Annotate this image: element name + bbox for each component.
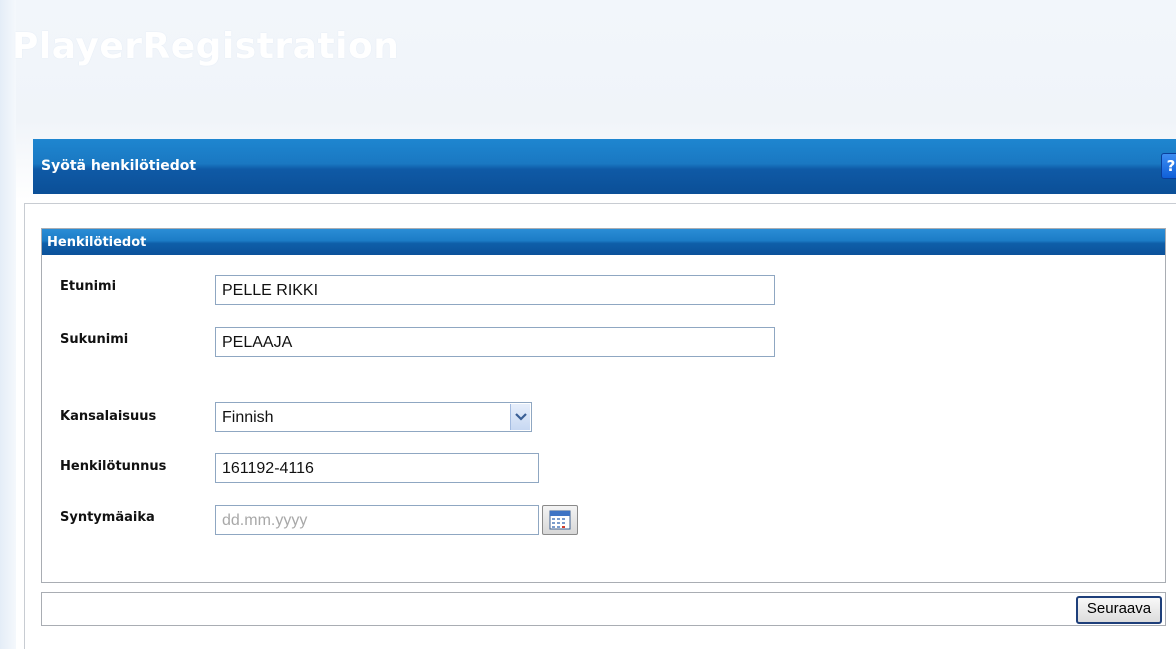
birth-date-label: Syntymäaika	[60, 510, 155, 525]
personal-id-label: Henkilötunnus	[60, 459, 167, 474]
nationality-label: Kansalaisuus	[60, 409, 157, 424]
next-button[interactable]: Seuraava	[1076, 596, 1162, 624]
background-sheen	[0, 0, 16, 649]
birth-date-input[interactable]: dd.mm.yyyy	[215, 505, 539, 535]
section-header: Henkilötiedot	[42, 229, 1165, 255]
last-name-input[interactable]: PELAAJA	[215, 327, 775, 357]
first-name-label: Etunimi	[60, 279, 117, 294]
page: PlayerRegistration Syötä henkilötiedot ?…	[0, 0, 1176, 649]
calendar-button[interactable]	[542, 505, 578, 535]
form-footer: Seuraava	[41, 592, 1166, 626]
nationality-select[interactable]: Finnish	[215, 402, 532, 432]
page-title: Syötä henkilötiedot	[41, 158, 197, 174]
calendar-icon	[549, 510, 571, 530]
app-title: PlayerRegistration	[12, 26, 400, 67]
personal-id-input[interactable]: 161192-4116	[215, 453, 539, 483]
page-header: Syötä henkilötiedot ?	[33, 139, 1176, 194]
nationality-value: Finnish	[222, 409, 274, 426]
first-name-input[interactable]: PELLE RIKKI	[215, 275, 775, 305]
help-icon[interactable]: ?	[1161, 153, 1176, 179]
chevron-down-icon[interactable]	[510, 404, 530, 430]
last-name-label: Sukunimi	[60, 332, 129, 347]
section-title: Henkilötiedot	[47, 235, 147, 250]
